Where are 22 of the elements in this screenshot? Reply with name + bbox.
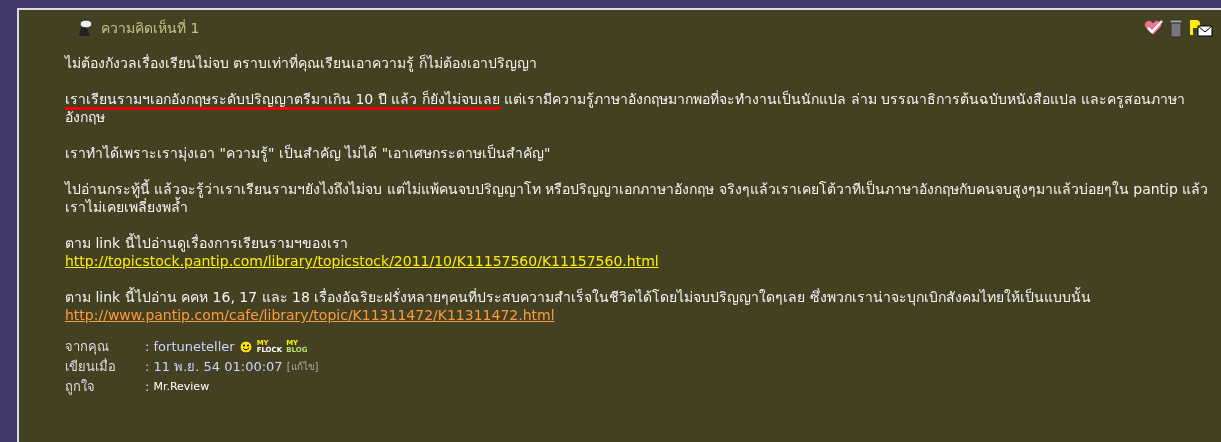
colon-text: : — [145, 378, 150, 396]
link-caption: ตาม link นี้ไปอ่าน คคห 16, 17 และ 18 เรื่องอัฉริยะฝรั่งหลายๆคนที่ประสบความสำเร็จในชีวิตได้โดยไม่จบปริญญาใดๆเลย ซึ่งพวกเราน่าจะบุกเบิกสังคมไทยให้เป็นแบบนั้น — [65, 288, 1092, 306]
figure-icon — [77, 19, 93, 37]
liker-name: Mr.Review — [153, 379, 210, 395]
comment-paragraph: เราทำได้เพราะเรามุ่งเอา "ความรู้" เป็นสำคัญ ไม่ได้ "เอาเศษกระดาษเป็นสำคัญ" — [65, 144, 552, 162]
mail-icon[interactable] — [1189, 19, 1213, 37]
url-link[interactable]: http://topicstock.pantip.com/library/topicstock/2011/10/K11157560/K11157560.html — [65, 253, 659, 269]
comment-title: ความคิดเห็นที่ 1 — [101, 18, 200, 38]
post-date: : 11 พ.ย. 54 01:00:07 — [145, 358, 283, 376]
comment-paragraph: ไม่ต้องกังวลเรื่องเรียนไม่จบ ตราบเท่าที่คุณเรียนเอาความรู้ ก็ไม่ต้องเอาปริญญา — [65, 54, 538, 72]
url-link[interactable]: http://www.pantip.com/cafe/library/topic/K11311472/K11311472.html — [65, 307, 555, 323]
edit-link[interactable]: [แก้ไข] — [286, 358, 319, 376]
smiley-icon — [238, 340, 253, 354]
trash-icon[interactable] — [1169, 18, 1183, 38]
comment-paragraph: ไปอ่านกระทู้นี้ แล้วจะรู้ว่าเราเรียนรามฯยังไงถึงไม่จบ แต่ไม่แพ้คนจบปริญญาโท หรือปริญญาเอกภาษาอังกฤษ จริงๆแล้วเราเคยโต้วาทีเป็นภาษาอังกฤษกับคนจบสูงๆมาแล้วบ่อยๆใน pantip แล้วเราไม่เคยเพลี่ยงพล้ำ — [65, 180, 1210, 216]
heart-check-icon[interactable] — [1143, 19, 1163, 37]
date-label: เขียนเมื่อ — [65, 358, 117, 376]
from-label: จากคุณ — [65, 338, 110, 356]
comment-paragraph: เราเรียนรามฯเอกอังกฤษระดับปริญญาตรีมาเกิน 10 ปี แล้ว ก็ยังไม่จบเลย แต่เรามีความรู้ภาษาอังกฤษมากพอที่จะทำงานเป็นนักแปล ล่าม บรรณาธิการต้นฉบับหนังสือแปล และครูสอนภาษาอังกฤษ — [65, 90, 1187, 126]
link-caption: ตาม link นี้ไปอ่านดูเรื่องการเรียนรามฯของเรา — [65, 234, 349, 252]
username: : fortuneteller — [145, 338, 235, 356]
like-label: ถูกใจ — [65, 378, 96, 396]
